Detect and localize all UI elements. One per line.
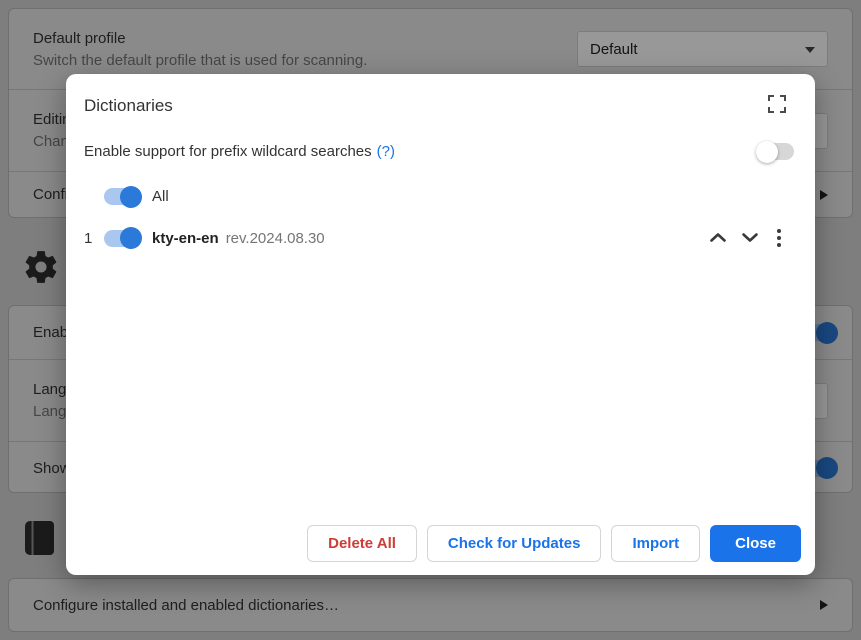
- dialog-title: Dictionaries: [84, 96, 173, 116]
- dictionary-index: 1: [84, 230, 104, 247]
- move-down-button[interactable]: [741, 231, 759, 246]
- prefix-wildcard-row: Enable support for prefix wildcard searc…: [66, 143, 815, 160]
- dictionary-list-item: 1 kty-en-en rev.2024.08.30: [66, 227, 815, 249]
- import-button[interactable]: Import: [611, 525, 700, 562]
- fullscreen-icon: [767, 94, 787, 117]
- close-button[interactable]: Close: [710, 525, 801, 562]
- move-up-button[interactable]: [709, 231, 727, 246]
- dictionary-name: kty-en-en: [152, 230, 219, 247]
- all-dictionaries-row: All: [66, 188, 815, 205]
- all-toggle-label: All: [152, 188, 169, 205]
- dialog-header: Dictionaries: [66, 74, 815, 117]
- help-icon[interactable]: (?): [377, 143, 395, 160]
- chevron-down-icon: [741, 231, 759, 246]
- prefix-wildcard-toggle[interactable]: [758, 143, 794, 160]
- prefix-wildcard-label: Enable support for prefix wildcard searc…: [84, 143, 372, 160]
- kebab-menu-icon[interactable]: [773, 227, 785, 249]
- fullscreen-button[interactable]: [767, 94, 787, 117]
- chevron-up-icon: [709, 231, 727, 246]
- all-dictionaries-toggle[interactable]: [104, 188, 140, 205]
- dictionaries-dialog: Dictionaries Enable support for prefix w…: [66, 74, 815, 575]
- delete-all-button[interactable]: Delete All: [307, 525, 417, 562]
- check-for-updates-button[interactable]: Check for Updates: [427, 525, 602, 562]
- dictionary-revision: rev.2024.08.30: [226, 230, 325, 247]
- dictionary-toggle[interactable]: [104, 230, 140, 247]
- dialog-footer: Delete All Check for Updates Import Clos…: [307, 525, 801, 562]
